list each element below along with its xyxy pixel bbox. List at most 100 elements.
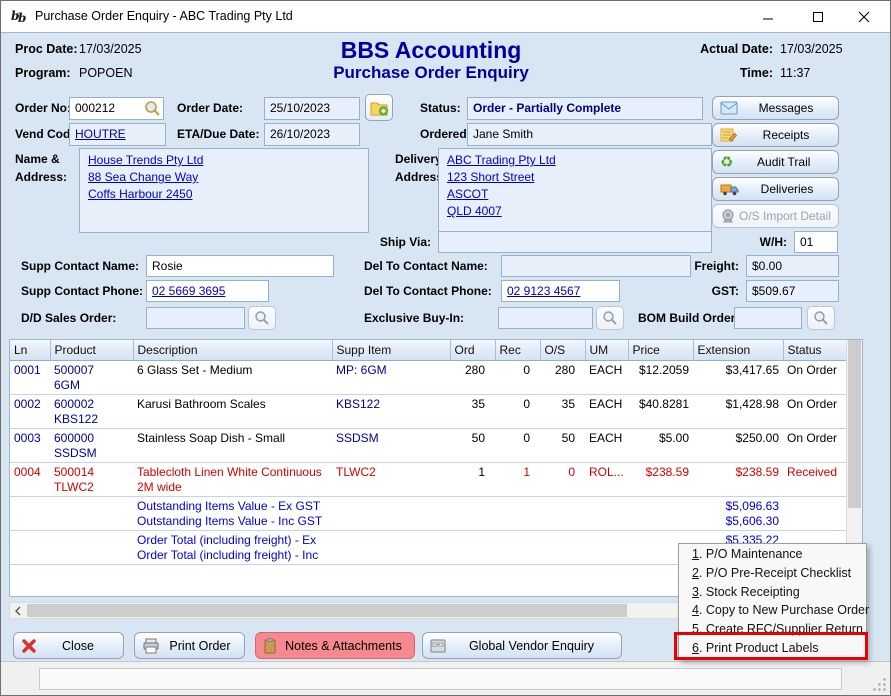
col-product[interactable]: Product: [50, 340, 133, 361]
search-icon[interactable]: [144, 100, 161, 117]
totals-value: $5,606.30: [697, 514, 779, 529]
del-contact-phone-field[interactable]: 02 9123 4567: [501, 280, 620, 302]
program-label: Program:: [15, 66, 71, 80]
menu-item-po-maintenance[interactable]: 1P/O Maintenance: [679, 546, 866, 563]
scroll-left-button[interactable]: [10, 603, 26, 618]
chevron-left-icon: [14, 606, 22, 616]
col-status[interactable]: Status: [783, 340, 846, 361]
delivery-address-box[interactable]: ABC Trading Pty Ltd 123 Short Street ASC…: [438, 148, 712, 233]
search-icon: [602, 310, 618, 326]
search-icon: [254, 310, 270, 326]
warehouse-field[interactable]: 01: [794, 231, 838, 253]
col-price[interactable]: Price: [628, 340, 693, 361]
status-field[interactable]: Order - Partially Complete: [467, 97, 703, 120]
delivery-address-line[interactable]: 123 Short Street: [447, 170, 534, 184]
actual-date-value: 17/03/2025: [780, 42, 843, 56]
annotation-highlight: [674, 632, 868, 660]
totals-row-outstanding: Outstanding Items Value - Ex GST Outstan…: [10, 497, 846, 531]
actual-date-label: Actual Date:: [681, 42, 773, 56]
ordered-by-field[interactable]: Jane Smith: [467, 123, 712, 146]
vend-code-link[interactable]: HOUTRE: [75, 127, 126, 141]
deliveries-button[interactable]: Deliveries: [712, 177, 839, 201]
name-address-label-line2: Address:: [15, 170, 67, 184]
maximize-icon: [812, 11, 824, 23]
horizontal-scrollbar-thumb[interactable]: [27, 604, 627, 617]
supp-contact-phone-field[interactable]: 02 5669 3695: [146, 280, 269, 302]
close-button[interactable]: Close: [13, 632, 124, 659]
eta-due-date-field[interactable]: 26/10/2023: [264, 123, 360, 146]
col-um[interactable]: UM: [585, 340, 628, 361]
line-items-table: Ln Product Description Supp Item Ord Rec…: [10, 340, 847, 565]
col-description[interactable]: Description: [133, 340, 332, 361]
proc-date-label: Proc Date:: [15, 42, 78, 56]
table-row[interactable]: 0003 600000SSDSM Stainless Soap Dish - S…: [10, 429, 846, 463]
audit-trail-button[interactable]: ♻ Audit Trail: [712, 150, 839, 174]
col-supp-item[interactable]: Supp Item: [332, 340, 450, 361]
eta-due-date-label: ETA/Due Date:: [177, 127, 259, 141]
table-row[interactable]: 0001 5000076GM 6 Glass Set - Medium MP: …: [10, 361, 846, 395]
ship-via-label: Ship Via:: [341, 235, 431, 249]
totals-value: $5,096.63: [697, 499, 779, 514]
minimize-icon: [762, 11, 774, 23]
col-extension[interactable]: Extension: [693, 340, 783, 361]
col-ln[interactable]: Ln: [10, 340, 50, 361]
open-order-button[interactable]: [365, 94, 393, 121]
supp-contact-name-field[interactable]: Rosie: [146, 255, 334, 277]
order-no-field[interactable]: 000212: [69, 97, 164, 120]
global-vendor-enquiry-button[interactable]: Global Vendor Enquiry: [422, 632, 622, 659]
messages-button[interactable]: Messages: [712, 96, 839, 120]
supplier-address-line[interactable]: Coffs Harbour 2450: [88, 187, 193, 201]
name-address-label-line1: Name &: [15, 152, 60, 166]
dd-sales-order-field[interactable]: [146, 307, 245, 329]
resize-grip[interactable]: [873, 678, 887, 692]
totals-label: Outstanding Items Value - Ex GST: [137, 499, 689, 514]
delivery-address-label-line1: Delivery: [395, 152, 442, 166]
supplier-address-line[interactable]: 88 Sea Change Way: [88, 170, 198, 184]
bom-build-order-field[interactable]: [734, 307, 802, 329]
del-contact-name-field[interactable]: [501, 255, 691, 277]
maximize-button[interactable]: [796, 1, 840, 32]
time-value: 11:37: [780, 66, 810, 80]
ship-via-field[interactable]: [438, 231, 712, 253]
recycle-icon: ♻: [720, 155, 733, 170]
vertical-scrollbar-thumb[interactable]: [848, 340, 861, 508]
close-window-button[interactable]: [842, 1, 886, 32]
receipts-button[interactable]: Receipts: [712, 123, 839, 147]
menu-item-copy-to-new-purchase-order[interactable]: 4Copy to New Purchase Order: [679, 602, 866, 619]
del-contact-name-label: Del To Contact Name:: [364, 259, 488, 273]
col-ord[interactable]: Ord: [450, 340, 495, 361]
screen-title: Purchase Order Enquiry: [241, 63, 621, 83]
print-order-button[interactable]: Print Order: [134, 632, 245, 659]
delivery-address-line[interactable]: QLD 4007: [447, 204, 502, 218]
vend-code-field[interactable]: HOUTRE: [69, 123, 166, 146]
printer-icon: [142, 638, 160, 654]
time-label: Time:: [681, 66, 773, 80]
supplier-address-line[interactable]: House Trends Pty Ltd: [88, 153, 203, 167]
menu-item-po-pre-receipt-checklist[interactable]: 2P/O Pre-Receipt Checklist: [679, 565, 866, 582]
delivery-address-line[interactable]: ASCOT: [447, 187, 488, 201]
table-row[interactable]: 0004 500014TLWC2 Tablecloth Linen White …: [10, 463, 846, 497]
menu-item-stock-receipting[interactable]: 3Stock Receipting: [679, 584, 866, 601]
close-x-icon: [21, 638, 37, 654]
del-contact-phone-link[interactable]: 02 9123 4567: [507, 284, 580, 298]
minimize-button[interactable]: [746, 1, 790, 32]
supplier-address-box[interactable]: House Trends Pty Ltd 88 Sea Change Way C…: [79, 148, 369, 233]
status-label: Status:: [420, 101, 461, 115]
col-rec[interactable]: Rec: [495, 340, 540, 361]
delivery-address-line[interactable]: ABC Trading Pty Ltd: [447, 153, 556, 167]
totals-label: Order Total (including freight) - Inc: [137, 548, 689, 563]
purchase-order-enquiry-window: b b s Purchase Order Enquiry - ABC Tradi…: [0, 0, 891, 696]
totals-label: Order Total (including freight) - Ex: [137, 533, 689, 548]
notes-attachments-button[interactable]: Notes & Attachments: [255, 632, 415, 659]
status-message-field: [39, 668, 842, 690]
bom-build-order-search-button: [807, 306, 835, 330]
search-icon: [813, 310, 829, 326]
order-date-field[interactable]: 25/10/2023: [264, 97, 360, 120]
exclusive-buyin-field[interactable]: [498, 307, 593, 329]
order-date-label: Order Date:: [177, 101, 243, 115]
supp-contact-phone-link[interactable]: 02 5669 3695: [152, 284, 225, 298]
table-row[interactable]: 0002 600002KBS122 Karusi Bathroom Scales…: [10, 395, 846, 429]
col-os[interactable]: O/S: [540, 340, 585, 361]
freight-field[interactable]: $0.00: [746, 255, 839, 277]
gst-field[interactable]: $509.67: [746, 280, 839, 302]
